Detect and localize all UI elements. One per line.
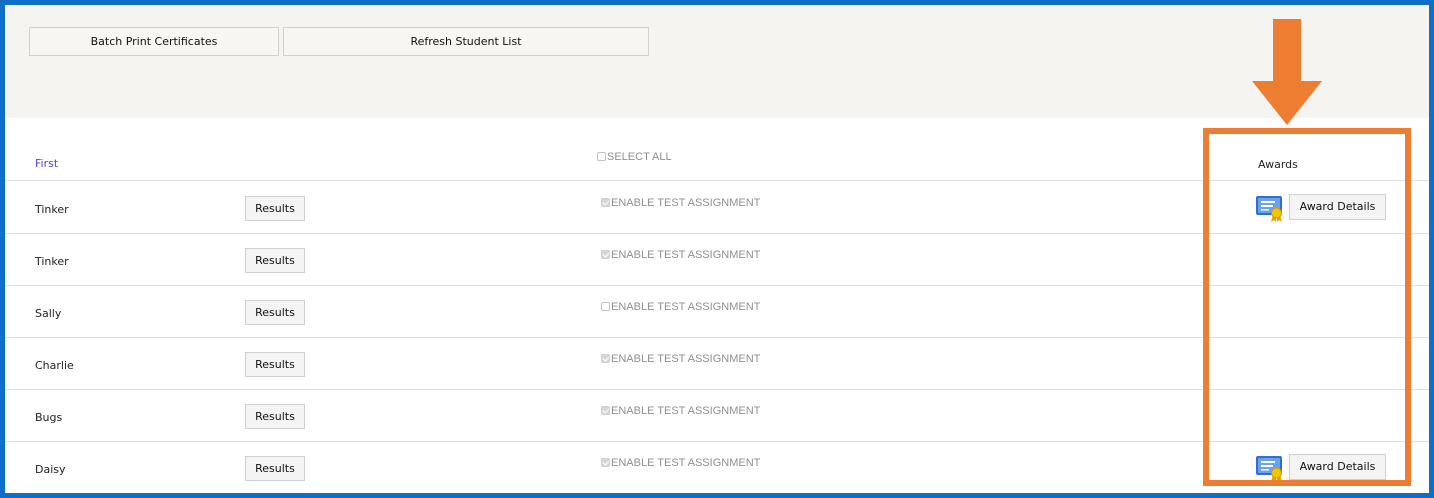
enable-test-assignment-label: ENABLE TEST ASSIGNMENT [611,249,761,261]
enable-test-assignment[interactable]: ENABLE TEST ASSIGNMENT [601,301,760,313]
toolbar: Batch Print Certificates Refresh Student… [5,5,1429,118]
student-first-name: Bugs [35,411,63,424]
enable-test-assignment[interactable]: ENABLE TEST ASSIGNMENT [601,353,760,365]
enable-test-assignment-label: ENABLE TEST ASSIGNMENT [611,457,761,469]
student-first-name: Tinker [35,255,69,268]
enable-test-assignment-checkbox[interactable] [601,406,610,415]
enable-test-assignment-checkbox[interactable] [601,458,610,467]
enable-test-assignment[interactable]: ENABLE TEST ASSIGNMENT [601,249,760,261]
enable-test-assignment[interactable]: ENABLE TEST ASSIGNMENT [601,197,760,209]
select-all[interactable]: SELECT ALL [597,151,672,163]
enable-test-assignment-label: ENABLE TEST ASSIGNMENT [611,353,761,365]
student-first-name: Sally [35,307,62,320]
select-all-label: SELECT ALL [607,151,672,163]
award-details-button[interactable]: Award Details [1289,194,1386,220]
select-all-checkbox[interactable] [597,152,606,161]
refresh-student-list-button[interactable]: Refresh Student List [283,27,649,56]
down-arrow-icon [1252,19,1322,125]
enable-test-assignment[interactable]: ENABLE TEST ASSIGNMENT [601,457,760,469]
awards-column-header: Awards [1258,158,1298,171]
enable-test-assignment-checkbox[interactable] [601,302,610,311]
certificate-award-icon [1255,453,1285,483]
app-frame: Batch Print Certificates Refresh Student… [0,0,1434,498]
table-row: Tinker Results ENABLE TEST ASSIGNMENT Award… [5,181,1429,234]
results-button[interactable]: Results [245,352,305,377]
enable-test-assignment-checkbox[interactable] [601,250,610,259]
enable-test-assignment-label: ENABLE TEST ASSIGNMENT [611,301,761,313]
table-row: Bugs Results ENABLE TEST ASSIGNMENT [5,389,1429,442]
student-first-name: Tinker [35,203,69,216]
certificate-award-icon [1255,193,1285,223]
batch-print-certificates-button[interactable]: Batch Print Certificates [29,27,279,56]
enable-test-assignment-checkbox[interactable] [601,354,610,363]
results-button[interactable]: Results [245,196,305,221]
enable-test-assignment-label: ENABLE TEST ASSIGNMENT [611,405,761,417]
table-row: Charlie Results ENABLE TEST ASSIGNMENT [5,337,1429,390]
student-first-name: Charlie [35,359,74,372]
enable-test-assignment-checkbox[interactable] [601,198,610,207]
table-row: Tinker Results ENABLE TEST ASSIGNMENT [5,233,1429,286]
results-button[interactable]: Results [245,248,305,273]
enable-test-assignment-label: ENABLE TEST ASSIGNMENT [611,197,761,209]
table-row: Sally Results ENABLE TEST ASSIGNMENT [5,285,1429,338]
award-details-button[interactable]: Award Details [1289,454,1386,480]
results-button[interactable]: Results [245,300,305,325]
first-name-column-header[interactable]: First [35,157,58,170]
table-header: First SELECT ALL Awards [5,118,1429,181]
enable-test-assignment[interactable]: ENABLE TEST ASSIGNMENT [601,405,760,417]
results-button[interactable]: Results [245,456,305,481]
student-first-name: Daisy [35,463,66,476]
results-button[interactable]: Results [245,404,305,429]
table-row: Daisy Results ENABLE TEST ASSIGNMENT Award … [5,441,1429,493]
